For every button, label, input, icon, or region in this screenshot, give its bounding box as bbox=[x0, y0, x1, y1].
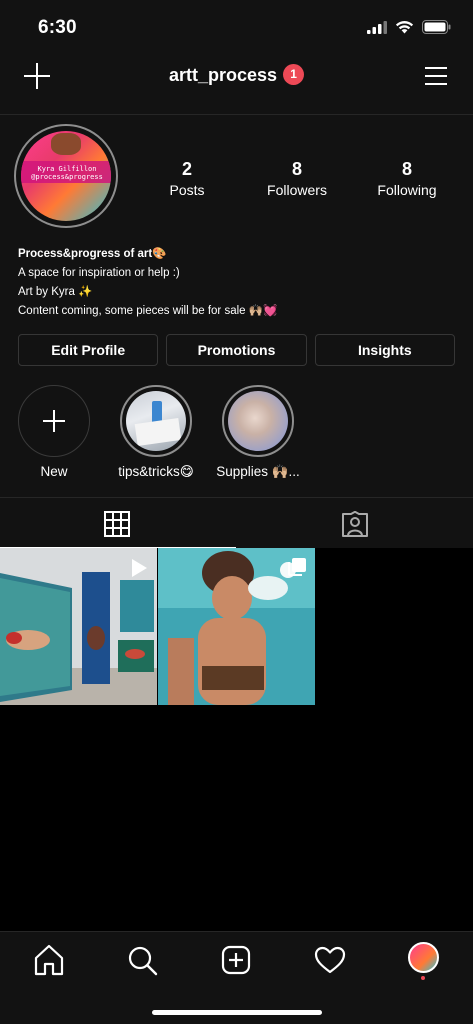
new-post-icon[interactable] bbox=[218, 942, 254, 978]
carousel-icon bbox=[288, 558, 306, 576]
bio-line: A space for inspiration or help :) bbox=[18, 267, 180, 279]
highlight-tips-tricks[interactable]: tips&tricks😋 bbox=[114, 385, 198, 480]
bio-line: Art by Kyra ✨ bbox=[18, 286, 93, 298]
stat-following-value: 8 bbox=[401, 159, 412, 179]
avatar-image: Kyra Gilfillon @process&progress bbox=[21, 131, 111, 221]
highlight-new[interactable]: New bbox=[12, 385, 96, 480]
story-highlights: New tips&tricks😋 Supplies 🙌🏼... bbox=[12, 385, 300, 480]
insights-button[interactable]: Insights bbox=[314, 334, 455, 366]
promotions-button[interactable]: Promotions bbox=[166, 334, 307, 366]
highlight-label: New bbox=[40, 464, 68, 479]
username-text: artt_process bbox=[168, 65, 278, 85]
highlight-cover[interactable] bbox=[120, 385, 192, 457]
avatar[interactable]: Kyra Gilfillon @process&progress bbox=[14, 124, 118, 228]
tagged-icon bbox=[342, 511, 368, 537]
highlight-cover[interactable] bbox=[222, 385, 294, 457]
notification-dot bbox=[421, 976, 425, 980]
stat-posts-label: Posts bbox=[169, 182, 205, 198]
stat-following-label: Following bbox=[377, 182, 437, 198]
highlight-supplies[interactable]: Supplies 🙌🏼... bbox=[216, 385, 300, 480]
avatar-text-name: Kyra Gilfillon bbox=[37, 165, 97, 173]
avatar-text-handle: @process&progress bbox=[31, 173, 103, 181]
profile-stats: 2 Posts 8 Followers 8 Following bbox=[132, 159, 462, 199]
post-thumbnail[interactable] bbox=[158, 548, 315, 705]
posts-grid bbox=[0, 548, 473, 930]
grid-icon bbox=[104, 511, 130, 537]
stat-following[interactable]: 8 Following bbox=[352, 159, 462, 199]
stat-posts[interactable]: 2 Posts bbox=[132, 159, 242, 199]
search-icon[interactable] bbox=[124, 942, 160, 978]
profile-avatar[interactable] bbox=[408, 942, 439, 973]
bio-name: Process&progress of art🎨 bbox=[18, 248, 167, 260]
notification-badge: 1 bbox=[283, 63, 305, 85]
profile-header: artt_process 1 bbox=[0, 52, 473, 115]
edit-profile-button[interactable]: Edit Profile bbox=[18, 334, 159, 366]
home-icon[interactable] bbox=[31, 942, 67, 978]
status-time: 6:30 bbox=[38, 17, 77, 38]
bottom-navigation bbox=[0, 931, 473, 1024]
status-bar: 6:30 bbox=[0, 0, 473, 52]
stat-posts-value: 2 bbox=[181, 159, 192, 179]
profile-actions: Edit Profile Promotions Insights bbox=[18, 334, 455, 366]
tab-tagged[interactable] bbox=[237, 498, 473, 547]
status-icons bbox=[367, 20, 451, 34]
username-title[interactable]: artt_process 1 bbox=[0, 63, 473, 87]
menu-icon[interactable] bbox=[425, 67, 447, 85]
battery-icon bbox=[422, 20, 451, 34]
profile-bio: Process&progress of art🎨 A space for ins… bbox=[18, 245, 277, 321]
stat-followers[interactable]: 8 Followers bbox=[242, 159, 352, 199]
bio-line: Content coming, some pieces will be for … bbox=[18, 305, 278, 317]
wifi-icon bbox=[395, 21, 414, 34]
home-indicator bbox=[152, 1010, 322, 1015]
profile-tabs bbox=[0, 497, 473, 548]
highlight-label: Supplies 🙌🏼... bbox=[216, 464, 300, 479]
add-highlight-icon[interactable] bbox=[18, 385, 90, 457]
play-icon bbox=[132, 559, 147, 577]
post-thumbnail[interactable] bbox=[0, 548, 157, 705]
profile-section: Kyra Gilfillon @process&progress 2 Posts… bbox=[0, 115, 473, 497]
stat-followers-label: Followers bbox=[267, 182, 327, 198]
tab-posts-grid[interactable] bbox=[0, 498, 236, 548]
activity-heart-icon[interactable] bbox=[312, 942, 348, 978]
signal-icon bbox=[367, 20, 387, 34]
highlight-label: tips&tricks😋 bbox=[118, 464, 194, 479]
stat-followers-value: 8 bbox=[291, 159, 302, 179]
